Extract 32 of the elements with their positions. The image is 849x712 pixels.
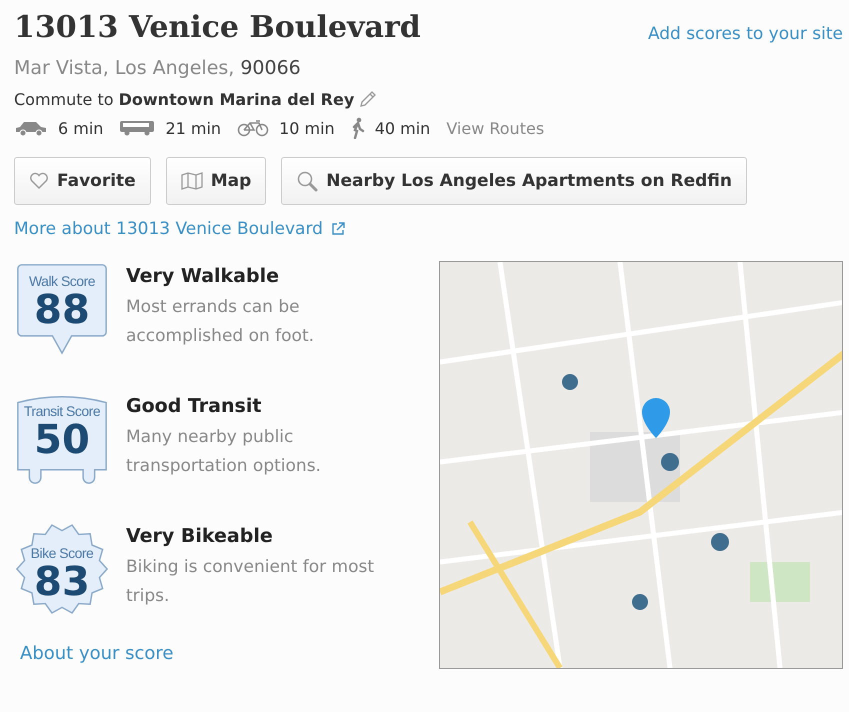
zip-code: 90066 (240, 57, 301, 79)
score-heading: Good Transit (126, 395, 262, 417)
walking-person-icon (350, 117, 365, 139)
travel-time: 40 min (374, 118, 430, 138)
favorite-button[interactable]: Favorite (14, 157, 151, 205)
map-button[interactable]: Map (166, 157, 266, 205)
car-icon (14, 120, 48, 136)
search-icon (296, 170, 318, 192)
travel-time: 6 min (58, 118, 104, 138)
walk-score-badge: Walk Score 88 (14, 261, 110, 357)
more-about-link[interactable]: More about 13013 Venice Boulevard (14, 219, 323, 239)
map-icon (180, 172, 203, 190)
bicycle-icon (237, 119, 270, 137)
search-button[interactable]: Nearby Los Angeles Apartments on Redfin (281, 157, 747, 205)
edit-icon[interactable] (358, 89, 378, 109)
score-heading: Very Bikeable (126, 525, 274, 547)
score-description: Many nearby public transportation options. (126, 426, 322, 478)
about-score-link[interactable]: About your score (14, 643, 422, 664)
travel-time: 21 min (165, 118, 222, 138)
bike-score-badge: Bike Score 83 (14, 521, 110, 617)
external-link-icon[interactable] (330, 222, 345, 236)
address-title: 13013 Venice Boulevard (14, 10, 421, 45)
view-routes-link[interactable]: View Routes (446, 118, 544, 138)
score-description: Most errands can be accomplished on foot. (126, 296, 316, 348)
travel-time: 10 min (279, 118, 335, 138)
score-heading: Very Walkable (126, 265, 280, 287)
commute-destination: Commute to Downtown Marina del Rey (14, 90, 354, 108)
heart-icon (29, 172, 49, 190)
locality-text: Mar Vista, Los Angeles, (14, 57, 234, 79)
add-scores-link[interactable]: Add scores to your site (648, 24, 843, 44)
score-description: Biking is convenient for most trips. (126, 556, 376, 608)
bus-icon (119, 120, 156, 136)
